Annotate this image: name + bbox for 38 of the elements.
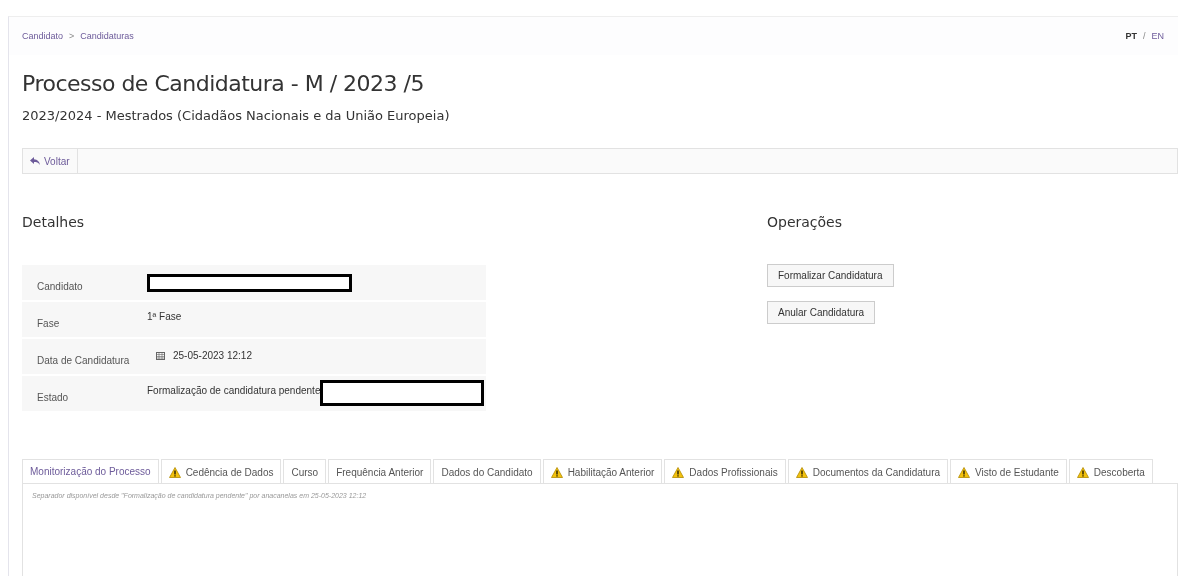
reply-arrow-icon bbox=[30, 157, 40, 165]
detail-value: 1ª Fase bbox=[147, 311, 182, 322]
warning-icon bbox=[958, 466, 971, 478]
language-separator: / bbox=[1142, 31, 1146, 41]
tab[interactable]: Dados do Candidato bbox=[433, 459, 541, 483]
tab[interactable]: Visto de Estudante bbox=[950, 459, 1067, 483]
detail-label: Estado bbox=[36, 392, 70, 403]
page-subtitle: 2023/2024 - Mestrados (Cidadãos Nacionais e da União Europeia) bbox=[22, 108, 451, 123]
warning-icon bbox=[550, 466, 563, 478]
detail-value: Formalização de candidatura pendente bbox=[147, 385, 321, 396]
breadcrumb-separator: > bbox=[69, 31, 75, 41]
tab[interactable]: Cedência de Dados bbox=[160, 459, 282, 483]
language-link[interactable]: PT bbox=[1125, 31, 1137, 41]
tab[interactable]: Descoberta bbox=[1068, 459, 1153, 483]
tab[interactable]: Documentos da Candidatura bbox=[787, 459, 949, 483]
section-heading: Detalhes bbox=[22, 214, 86, 230]
warning-icon bbox=[168, 466, 181, 478]
language-link[interactable]: EN bbox=[1151, 31, 1164, 41]
tab[interactable]: Curso bbox=[283, 459, 327, 483]
warning-icon bbox=[672, 466, 685, 478]
tab[interactable]: Monitorização do Processo bbox=[22, 459, 159, 483]
back-button[interactable]: Voltar bbox=[23, 149, 78, 173]
breadcrumb-link[interactable]: Candidato bbox=[22, 31, 64, 41]
breadcrumb-link[interactable]: Candidaturas bbox=[80, 31, 134, 41]
calendar-icon bbox=[156, 351, 165, 360]
section-heading: Operações bbox=[767, 214, 844, 230]
tab[interactable]: Dados Profissionais bbox=[664, 459, 786, 483]
warning-icon bbox=[795, 466, 808, 478]
operation-button[interactable]: Formalizar Candidatura bbox=[767, 264, 894, 287]
tab[interactable]: Frequência Anterior bbox=[328, 459, 432, 483]
detail-label: Candidato bbox=[36, 281, 84, 292]
page-title: Processo de Candidatura - M / 2023 /5 bbox=[22, 71, 425, 96]
tab[interactable]: Habilitação Anterior bbox=[542, 459, 663, 483]
detail-label: Data de Candidatura bbox=[36, 355, 131, 366]
detail-label: Fase bbox=[36, 318, 61, 329]
warning-icon bbox=[1076, 466, 1089, 478]
operation-button[interactable]: Anular Candidatura bbox=[767, 301, 876, 324]
detail-value: 25-05-2023 12:12 bbox=[173, 350, 252, 361]
